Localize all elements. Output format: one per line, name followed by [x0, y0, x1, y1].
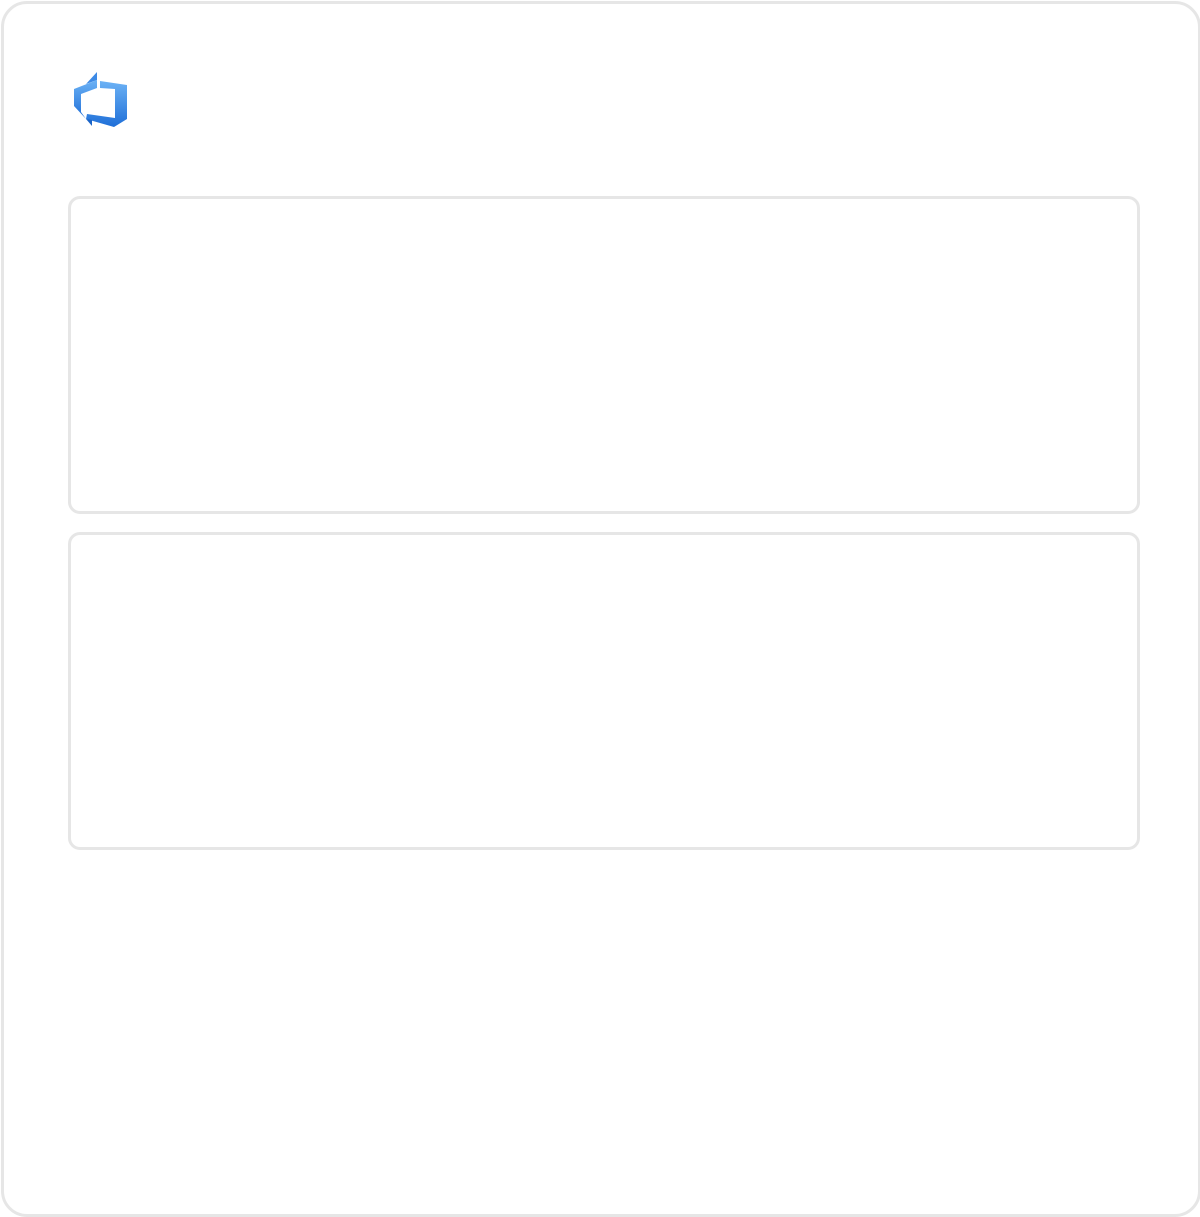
top-panel	[68, 196, 1140, 514]
bottom-panel	[68, 532, 1140, 850]
app-frame	[1, 1, 1200, 1217]
azure-devops-icon	[70, 71, 130, 131]
